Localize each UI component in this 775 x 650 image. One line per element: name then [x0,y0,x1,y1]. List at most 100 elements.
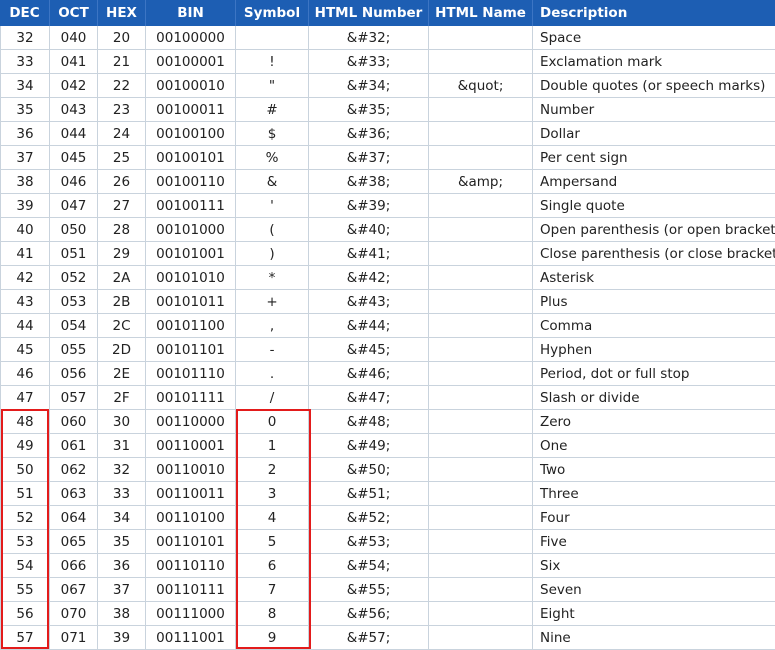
cell-symbol: ' [236,194,309,217]
cell-html-name [429,338,533,361]
cell-description: Plus [540,293,568,310]
cell-description: Period, dot or full stop [540,365,690,382]
header-hex: HEX [98,0,146,26]
cell-oct: 057 [50,386,98,409]
cell-description: Nine [540,629,571,646]
cell-html-number: &#50; [309,458,429,481]
cell-description: Single quote [540,197,625,214]
table-row: 38 046 26 00100110 & &#38; &amp; Ampersand [0,170,775,194]
cell-bin: 00101010 [146,266,236,289]
cell-html-number: &#47; [309,386,429,409]
header-symbol: Symbol [236,0,309,26]
cell-symbol: 4 [236,506,309,529]
cell-dec: 50 [0,458,50,481]
table-row: 43 053 2B 00101011 + &#43; Plus [0,290,775,314]
cell-html-number: &#44; [309,314,429,337]
cell-hex: 2B [98,290,146,313]
cell-html-number: &#56; [309,602,429,625]
cell-symbol: % [236,146,309,169]
cell-description: Six [540,557,561,574]
cell-dec: 48 [0,410,50,433]
cell-html-name [429,554,533,577]
cell-oct: 062 [50,458,98,481]
cell-symbol: 1 [236,434,309,457]
cell-html-number: &#43; [309,290,429,313]
cell-description: Three [540,485,579,502]
cell-symbol: 0 [236,410,309,433]
cell-description: Number [540,101,595,118]
table-row: 50 062 32 00110010 2 &#50; Two [0,458,775,482]
cell-html-number: &#42; [309,266,429,289]
cell-description: Five [540,533,567,550]
cell-description: Dollar [540,125,580,142]
cell-description: Asterisk [540,269,595,286]
cell-hex: 34 [98,506,146,529]
cell-description: Per cent sign [540,149,628,166]
cell-oct: 067 [50,578,98,601]
cell-html-name [429,410,533,433]
cell-hex: 20 [98,26,146,49]
cell-oct: 053 [50,290,98,313]
cell-description: Double quotes (or speech marks) [540,77,766,94]
cell-hex: 2D [98,338,146,361]
cell-symbol: 9 [236,626,309,649]
cell-symbol: , [236,314,309,337]
cell-html-name [429,194,533,217]
cell-html-number: &#46; [309,362,429,385]
cell-symbol: - [236,338,309,361]
cell-html-name [429,506,533,529]
cell-oct: 055 [50,338,98,361]
cell-hex: 2E [98,362,146,385]
cell-bin: 00110100 [146,506,236,529]
cell-html-name [429,218,533,241]
cell-hex: 23 [98,98,146,121]
cell-html-name [429,122,533,145]
cell-html-name [429,482,533,505]
cell-symbol: 2 [236,458,309,481]
cell-description: Zero [540,413,572,430]
cell-bin: 00110011 [146,482,236,505]
cell-oct: 060 [50,410,98,433]
table-row: 40 050 28 00101000(&#40; Open parenthesis (o… [0,218,775,242]
cell-bin: 00101011 [146,290,236,313]
cell-bin: 00110010 [146,458,236,481]
cell-bin: 00110000 [146,410,236,433]
cell-oct: 064 [50,506,98,529]
cell-html-name [429,50,533,73]
cell-bin: 00100110 [146,170,236,193]
cell-html-name [429,266,533,289]
cell-dec: 45 [0,338,50,361]
cell-symbol: " [236,74,309,97]
cell-html-number: &#48; [309,410,429,433]
cell-html-name [429,290,533,313]
cell-bin: 00110110 [146,554,236,577]
table-row: 44 054 2C 00101100, &#44; Comma [0,314,775,338]
cell-bin: 00101111 [146,386,236,409]
cell-html-number: &#36; [309,122,429,145]
table-row: 37 045 25 00100101% &#37; Per cent sign [0,146,775,170]
header-description: Description [540,5,628,21]
cell-hex: 24 [98,122,146,145]
cell-html-name [429,98,533,121]
cell-dec: 46 [0,362,50,385]
cell-dec: 34 [0,74,50,97]
cell-bin: 00110111 [146,578,236,601]
table-row: 35 043 23 00100011 # &#35; Number [0,98,775,122]
table-row: 57 071 39 00111001 9 &#57; Nine [0,626,775,650]
cell-bin: 00101100 [146,314,236,337]
cell-description: Close parenthesis (or close bracket) [540,245,775,262]
cell-symbol: # [236,98,309,121]
cell-hex: 27 [98,194,146,217]
header-dec: DEC [0,0,50,26]
cell-oct: 071 [50,626,98,649]
cell-description: Hyphen [540,341,593,358]
header-html-name: HTML Name [429,0,533,26]
cell-hex: 26 [98,170,146,193]
cell-bin: 00100111 [146,194,236,217]
cell-hex: 22 [98,74,146,97]
cell-description: Ampersand [540,173,618,190]
cell-html-number: &#37; [309,146,429,169]
cell-dec: 37 [0,146,50,169]
cell-dec: 36 [0,122,50,145]
cell-bin: 00101001 [146,242,236,265]
